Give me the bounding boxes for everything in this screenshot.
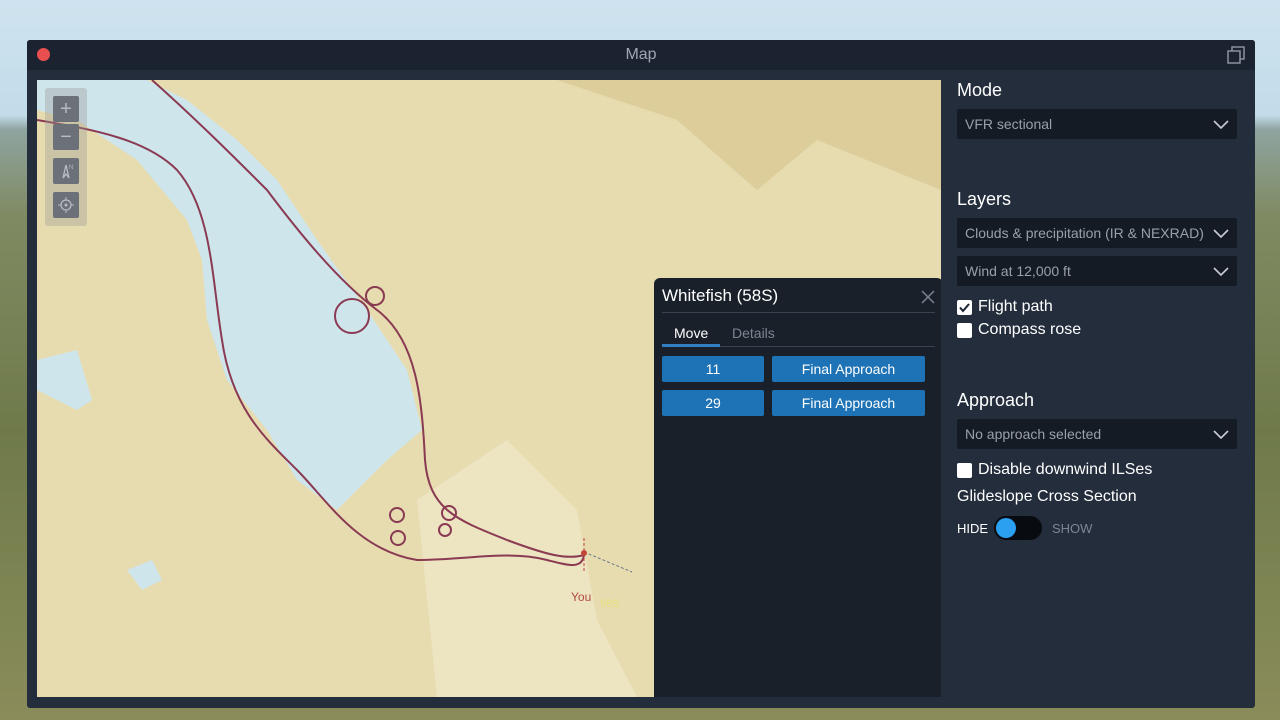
glideslope-label: Glideslope Cross Section [957, 488, 1137, 505]
runway-11-final-approach-button[interactable]: Final Approach [772, 356, 925, 382]
glideslope-toggle[interactable] [994, 516, 1042, 540]
approach-dropdown-value: No approach selected [965, 426, 1102, 442]
chevron-down-icon [1213, 229, 1229, 239]
airport-popup: Whitefish (58S) Move Details 11 Final Ap… [654, 278, 941, 697]
checkbox-unchecked-icon [957, 322, 972, 338]
checkbox-checked-icon [957, 299, 972, 315]
popup-title: Whitefish (58S) [662, 286, 779, 305]
svg-text:N: N [69, 165, 73, 171]
runway-29-final-approach-button[interactable]: Final Approach [772, 390, 925, 416]
chevron-down-icon [1213, 267, 1229, 277]
popout-window-icon[interactable] [1227, 46, 1245, 64]
active-tab-indicator [662, 344, 720, 347]
north-arrow-icon: N [62, 164, 73, 179]
mode-heading: Mode [957, 80, 1003, 100]
approach-heading: Approach [957, 390, 1035, 410]
aircraft-label: You [571, 590, 591, 604]
window-title: Map [625, 46, 657, 63]
center-on-aircraft-button[interactable] [53, 192, 79, 218]
zoom-in-button[interactable]: + [53, 96, 79, 122]
toggle-hide-label: HIDE [957, 521, 989, 536]
layers-heading: Layers [957, 189, 1012, 209]
disable-downwind-checkbox[interactable]: Disable downwind ILSes [957, 461, 1152, 479]
tab-move[interactable]: Move [674, 325, 708, 341]
wind-layer-dropdown[interactable]: Wind at 12,000 ft [957, 256, 1237, 286]
flight-path-checkbox[interactable]: Flight path [957, 298, 1053, 316]
chevron-down-icon [1213, 430, 1229, 440]
clouds-layer-dropdown[interactable]: Clouds & precipitation (IR & NEXRAD) [957, 218, 1237, 248]
toggle-show-label: SHOW [1052, 521, 1093, 536]
toggle-knob [996, 518, 1016, 538]
airport-label: 58S [600, 598, 620, 610]
close-icon[interactable] [921, 290, 935, 304]
settings-panel: Mode VFR sectional Layers Clouds & preci… [957, 80, 1237, 700]
map-window: Map You 58S + − N Whitefish (58S) Move D… [27, 40, 1255, 708]
north-up-button[interactable]: N [53, 158, 79, 184]
tab-details[interactable]: Details [732, 325, 775, 341]
map-controls: + − N [45, 88, 87, 226]
chevron-down-icon [1213, 120, 1229, 130]
compass-rose-checkbox[interactable]: Compass rose [957, 321, 1081, 339]
mode-dropdown[interactable]: VFR sectional [957, 109, 1237, 139]
title-bar: Map [27, 40, 1255, 70]
divider [662, 312, 935, 313]
compass-rose-label: Compass rose [978, 321, 1082, 338]
runway-29-button[interactable]: 29 [662, 390, 764, 416]
clouds-layer-value: Clouds & precipitation (IR & NEXRAD) [965, 225, 1204, 241]
runway-11-button[interactable]: 11 [662, 356, 764, 382]
flight-path-label: Flight path [978, 298, 1053, 315]
approach-dropdown[interactable]: No approach selected [957, 419, 1237, 449]
crosshair-icon [58, 197, 74, 213]
checkbox-unchecked-icon [957, 462, 972, 478]
map-view[interactable]: You 58S + − N Whitefish (58S) Move Detai… [37, 80, 941, 697]
mode-dropdown-value: VFR sectional [965, 116, 1053, 132]
wind-layer-value: Wind at 12,000 ft [965, 263, 1071, 279]
zoom-out-button[interactable]: − [53, 124, 79, 150]
disable-downwind-label: Disable downwind ILSes [978, 461, 1153, 478]
